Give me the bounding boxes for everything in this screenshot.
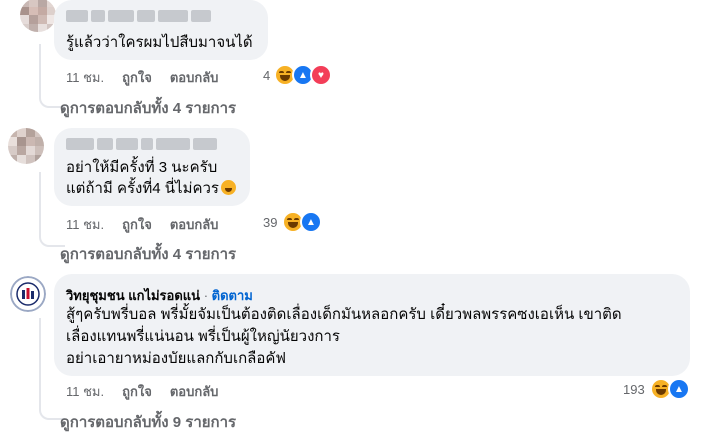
laughing-emoji-icon bbox=[220, 180, 236, 195]
thread-line bbox=[39, 44, 41, 94]
blurred-author-name bbox=[66, 10, 211, 22]
like-icon: ▲ bbox=[668, 378, 690, 400]
reply-button[interactable]: ตอบกลับ bbox=[170, 67, 219, 88]
avatar[interactable] bbox=[20, 0, 56, 32]
haha-icon bbox=[650, 378, 672, 400]
blurred-author-name bbox=[66, 138, 217, 150]
like-button[interactable]: ถูกใจ bbox=[122, 214, 152, 235]
comment-actions: 11 ชม. ถูกใจ ตอบกลับ bbox=[66, 381, 218, 402]
author-name[interactable]: วิทยุชุมชน แกไม่รอดแน่ bbox=[66, 288, 200, 303]
reaction-count[interactable]: 193 bbox=[623, 382, 645, 397]
comment-text-line: อย่าเอายาหม่องบัยแลกกับเกลือคัฟ bbox=[66, 350, 287, 367]
avatar[interactable] bbox=[8, 128, 44, 164]
separator-dot: · bbox=[203, 288, 209, 303]
comment-text-line2: แต่ถ้ามี ครั้งที่4 นี่ไม่ควร bbox=[66, 180, 219, 197]
love-icon: ♥ bbox=[310, 64, 332, 86]
like-button[interactable]: ถูกใจ bbox=[122, 67, 152, 88]
comment-time[interactable]: 11 ชม. bbox=[66, 381, 104, 402]
view-replies-link[interactable]: ดูการตอบกลับทั้ง 4 รายการ bbox=[60, 242, 236, 266]
haha-icon bbox=[282, 211, 304, 233]
reaction-count[interactable]: 39 bbox=[263, 215, 277, 230]
reactions[interactable]: ▲ bbox=[282, 211, 322, 233]
comment-text-line: แต่ถ้ามี ครั้งที่4 นี่ไม่ควร bbox=[66, 178, 236, 199]
author-line: วิทยุชุมชน แกไม่รอดแน่ · ติดตาม bbox=[66, 285, 253, 306]
reactions[interactable]: ▲ ♥ bbox=[274, 64, 332, 86]
comment-time[interactable]: 11 ชม. bbox=[66, 214, 104, 235]
comment-text-line: อย่าให้มีครั้งที่ 3 นะครับ bbox=[66, 159, 218, 176]
reaction-count[interactable]: 4 bbox=[263, 68, 270, 83]
follow-button[interactable]: ติดตาม bbox=[212, 288, 253, 303]
comment-text: รู้แล้วว่าใครผมไปสืบมาจนได้ bbox=[66, 34, 253, 51]
comment-text-line: สู้ๆครับพรี่บอล พรี่มั้ยจัมเป็นต้องติดเล… bbox=[66, 306, 622, 323]
comment-actions: 11 ชม. ถูกใจ ตอบกลับ bbox=[66, 214, 218, 235]
comment-actions: 11 ชม. ถูกใจ ตอบกลับ bbox=[66, 67, 218, 88]
like-icon: ▲ bbox=[300, 211, 322, 233]
comment-text-line: เลื่องแทนพรี่แน่นอน พรี่เป็นผู้ใหญ่นัยวง… bbox=[66, 328, 340, 345]
view-replies-link[interactable]: ดูการตอบกลับทั้ง 4 รายการ bbox=[60, 96, 236, 120]
haha-icon bbox=[274, 64, 296, 86]
like-button[interactable]: ถูกใจ bbox=[122, 381, 152, 402]
reactions[interactable]: ▲ bbox=[650, 378, 690, 400]
reply-button[interactable]: ตอบกลับ bbox=[170, 214, 219, 235]
reply-button[interactable]: ตอบกลับ bbox=[170, 381, 219, 402]
thread-line bbox=[39, 172, 41, 232]
view-replies-link[interactable]: ดูการตอบกลับทั้ง 9 รายการ bbox=[60, 410, 236, 434]
thread-line bbox=[39, 318, 41, 403]
avatar[interactable] bbox=[10, 276, 46, 312]
comment-time[interactable]: 11 ชม. bbox=[66, 67, 104, 88]
radio-station-logo-icon bbox=[10, 276, 46, 312]
